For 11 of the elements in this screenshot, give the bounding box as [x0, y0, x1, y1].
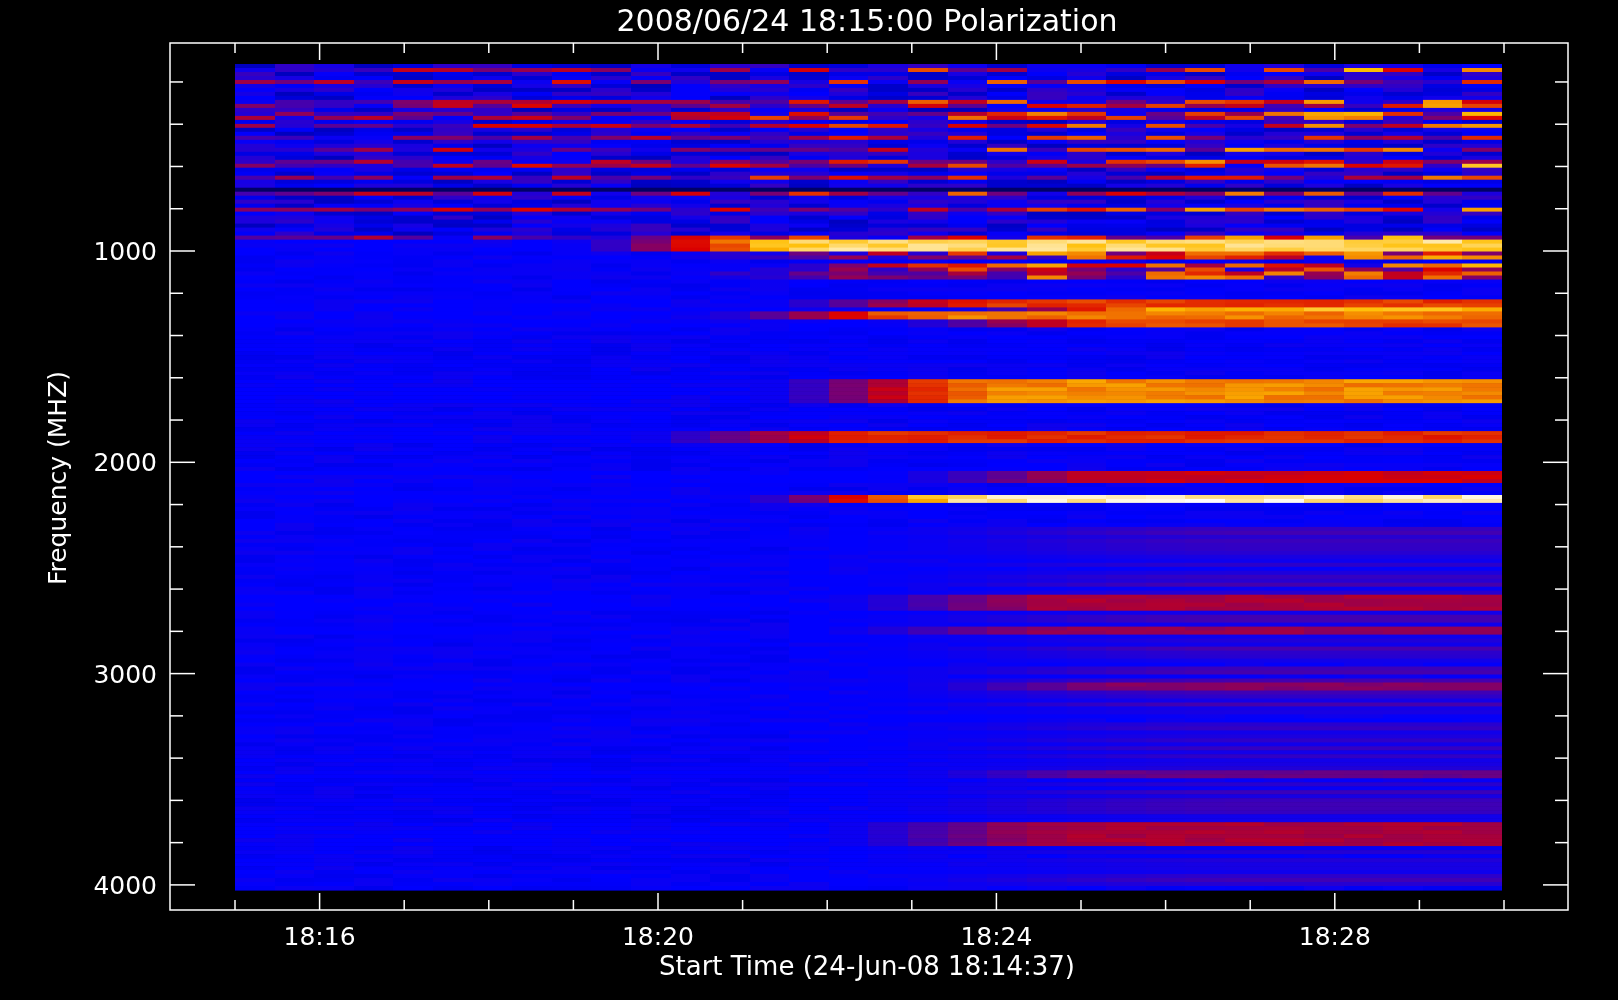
axis-label: Frequency (MHZ) [43, 370, 72, 586]
tick-label: 18:20 [622, 922, 694, 951]
tick-label: 18:24 [960, 922, 1033, 951]
tick-label: 3000 [93, 659, 157, 689]
tick-label: 18:28 [1298, 922, 1371, 951]
tick-label: 2000 [93, 448, 157, 478]
plot-title: 2008/06/24 18:15:00 Polarization [616, 3, 1118, 38]
tick-label: 18:16 [283, 922, 356, 951]
tick-label: 1000 [93, 237, 157, 266]
axis-label: Start Time (24-Jun-08 18:14:37) [659, 951, 1075, 981]
tick-label: 4000 [93, 870, 157, 900]
